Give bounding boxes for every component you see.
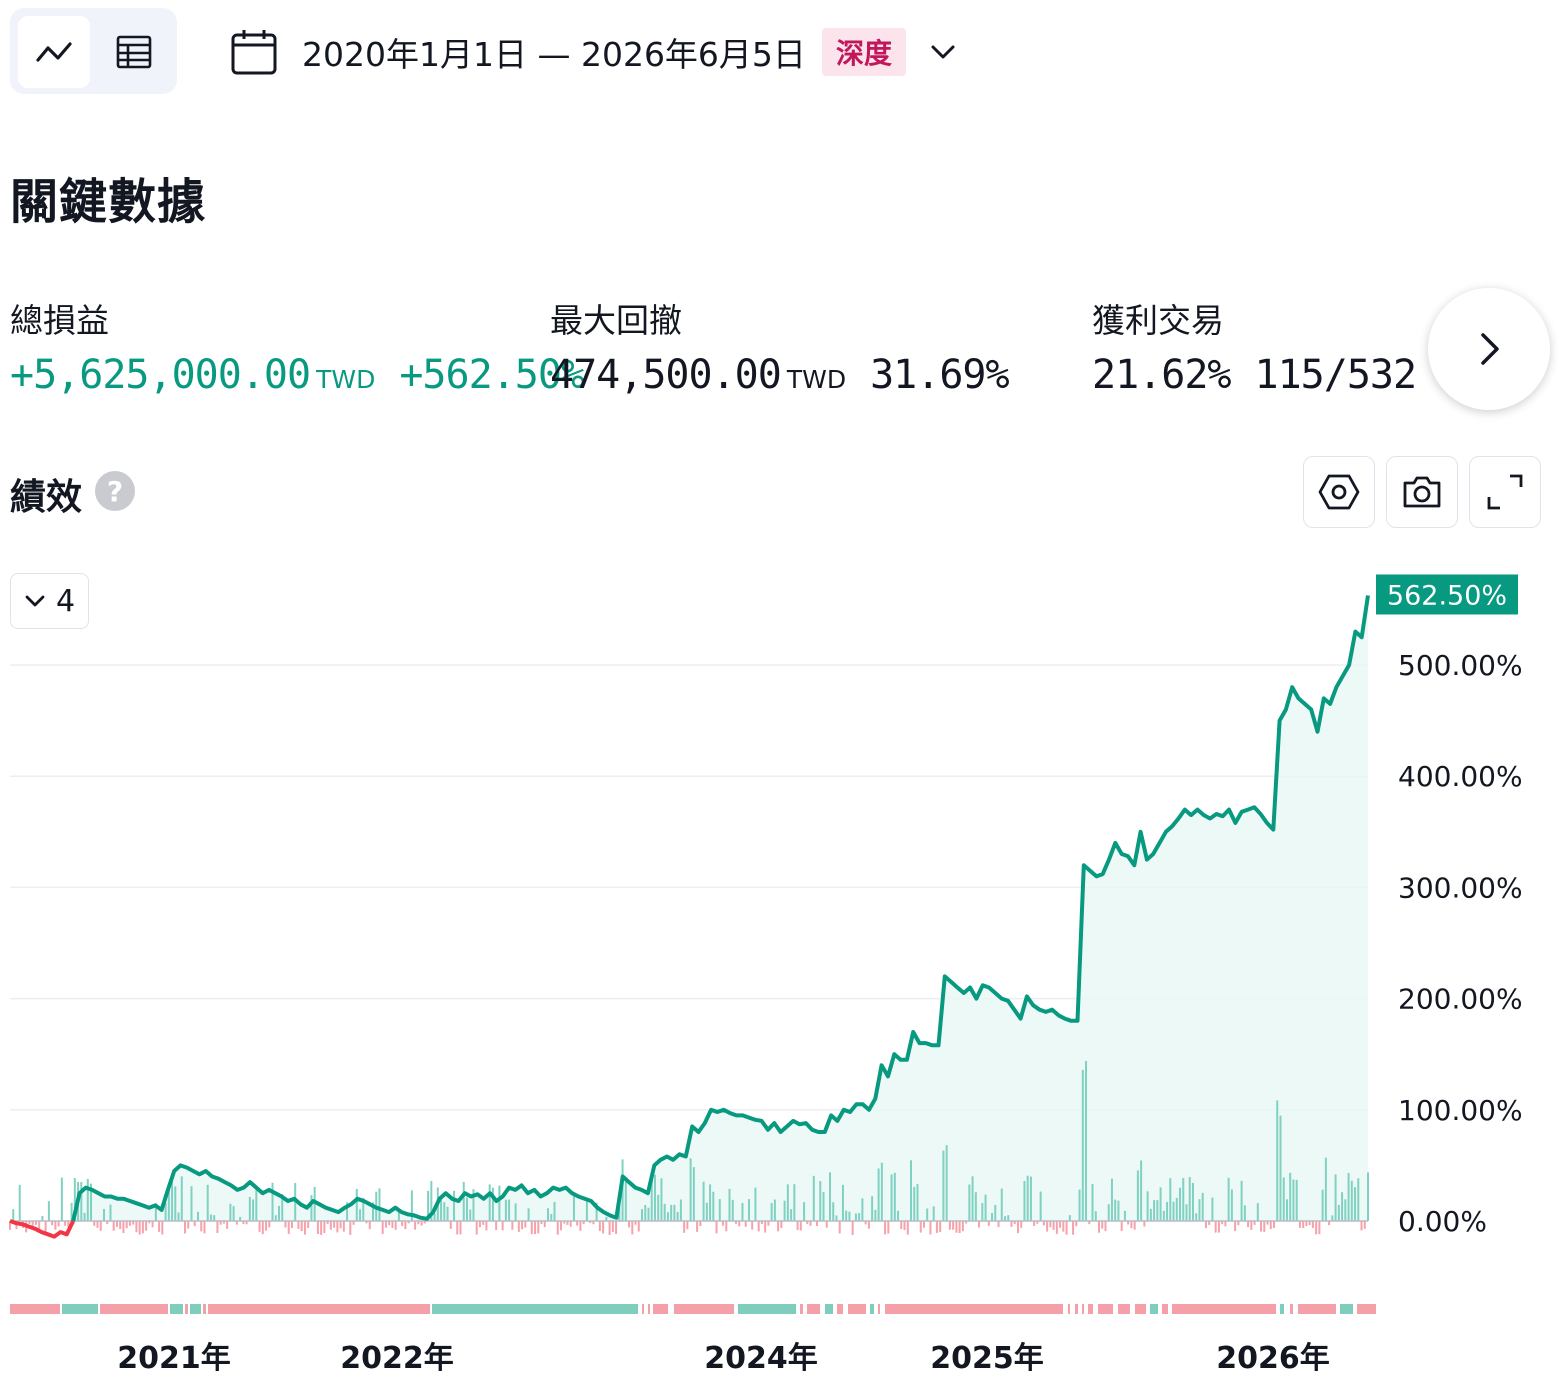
- fullscreen-button[interactable]: [1469, 456, 1541, 528]
- period-strip-positive: [170, 1304, 183, 1314]
- profitable-trades-label: 獲利交易: [1092, 301, 1224, 340]
- profitable-trades-metric: 獲利交易 21.62% 115/532: [1092, 294, 1418, 398]
- period-strip-positive: [825, 1304, 833, 1314]
- net-profit-value: +5,625,000.00: [10, 352, 311, 398]
- period-strip-negative: [1082, 1304, 1084, 1314]
- max-drawdown-metric: 最大回撤 474,500.00 TWD 31.69%: [550, 294, 1010, 398]
- period-strip-negative: [1075, 1304, 1078, 1314]
- period-strip-negative: [208, 1304, 430, 1314]
- period-strip-negative: [878, 1304, 880, 1314]
- table-view-button[interactable]: [98, 16, 170, 88]
- settings-hexagon-icon: [1318, 474, 1360, 510]
- y-tick-label: 300.00%: [1398, 871, 1523, 904]
- chevron-down-icon[interactable]: [928, 37, 958, 67]
- period-strip-positive: [190, 1304, 201, 1314]
- period-strip-negative: [1290, 1304, 1293, 1314]
- period-strip-negative: [885, 1304, 1063, 1314]
- period-strip-negative: [1298, 1304, 1336, 1314]
- help-icon[interactable]: ?: [95, 471, 135, 511]
- period-strip-positive: [1280, 1304, 1284, 1314]
- performance-chart[interactable]: 0.00% 100.00% 200.00% 300.00% 400.00% 500.00%…: [0, 560, 1558, 1384]
- performance-title: 績效: [10, 477, 83, 518]
- period-strip-negative: [1357, 1304, 1376, 1314]
- profitable-trades-ratio: 115/532: [1254, 352, 1418, 398]
- fullscreen-icon: [1487, 474, 1523, 510]
- equity-line-negative: [9, 1219, 76, 1239]
- period-strip-positive: [870, 1304, 874, 1314]
- max-drawdown-label: 最大回撤: [550, 301, 682, 340]
- period-strip-positive: [62, 1304, 98, 1314]
- x-tick-label: 2025年: [930, 1341, 1044, 1376]
- period-strip-negative: [203, 1304, 206, 1314]
- y-tick-label: 100.00%: [1398, 1094, 1523, 1127]
- table-icon: [116, 35, 152, 69]
- net-profit-metric: 總損益 +5,625,000.00 TWD +562.50%: [10, 294, 585, 398]
- profitable-trades-percent: 21.62%: [1092, 352, 1231, 398]
- x-tick-label: 2024年: [704, 1341, 818, 1376]
- key-stats-title: 關鍵數據: [10, 174, 207, 230]
- date-range-text: 2020年1月1日 — 2026年6月5日: [302, 35, 806, 74]
- period-strip-negative: [185, 1304, 188, 1314]
- date-range-selector[interactable]: 2020年1月1日 — 2026年6月5日 深度: [230, 24, 958, 80]
- period-strip-negative: [100, 1304, 168, 1314]
- max-drawdown-value: 474,500.00: [550, 352, 782, 398]
- x-tick-label: 2022年: [340, 1341, 454, 1376]
- x-tick-label: 2026年: [1216, 1341, 1330, 1376]
- max-drawdown-percent: 31.69%: [870, 352, 1009, 398]
- period-strip-negative: [653, 1304, 668, 1314]
- y-tick-label: 500.00%: [1398, 649, 1523, 682]
- net-profit-label: 總損益: [10, 301, 109, 340]
- period-strip-negative: [800, 1304, 803, 1314]
- period-strip-positive: [738, 1304, 796, 1314]
- period-strip-positive: [432, 1304, 638, 1314]
- period-strip-negative: [674, 1304, 734, 1314]
- period-strip-positive: [1150, 1304, 1158, 1314]
- period-strip-negative: [1162, 1304, 1168, 1314]
- period-strip-negative: [848, 1304, 866, 1314]
- chevron-right-icon: [1481, 333, 1499, 365]
- camera-icon: [1403, 476, 1441, 508]
- x-tick-label: 2021年: [117, 1341, 231, 1376]
- y-tick-label: 200.00%: [1398, 983, 1523, 1016]
- chart-view-button[interactable]: [18, 16, 90, 88]
- period-strip-negative: [1135, 1304, 1146, 1314]
- calendar-icon: [231, 30, 277, 75]
- depth-badge: 深度: [821, 28, 906, 76]
- period-strip-positive: [1340, 1304, 1353, 1314]
- equity-area: [10, 595, 1368, 1221]
- period-strip-negative: [837, 1304, 843, 1314]
- period-strip-negative: [1068, 1304, 1070, 1314]
- chart-settings-button[interactable]: [1303, 456, 1375, 528]
- last-value-label: 562.50%: [1387, 581, 1507, 612]
- view-toggle: [10, 8, 177, 94]
- period-strip-negative: [1098, 1304, 1113, 1314]
- net-profit-currency: TWD: [316, 365, 376, 394]
- period-strip-negative: [1118, 1304, 1130, 1314]
- y-tick-label: 400.00%: [1398, 760, 1523, 793]
- next-metrics-button[interactable]: [1428, 288, 1550, 410]
- period-strip-negative: [10, 1304, 60, 1314]
- y-tick-label: 0.00%: [1398, 1205, 1487, 1238]
- snapshot-button[interactable]: [1386, 456, 1458, 528]
- period-strip-negative: [1088, 1304, 1093, 1314]
- period-strip-negative: [1172, 1304, 1276, 1314]
- period-strip-negative: [807, 1304, 820, 1314]
- period-strip-negative: [648, 1304, 650, 1314]
- max-drawdown-currency: TWD: [786, 365, 847, 394]
- period-strip-negative: [642, 1304, 644, 1314]
- line-chart-icon: [36, 42, 72, 62]
